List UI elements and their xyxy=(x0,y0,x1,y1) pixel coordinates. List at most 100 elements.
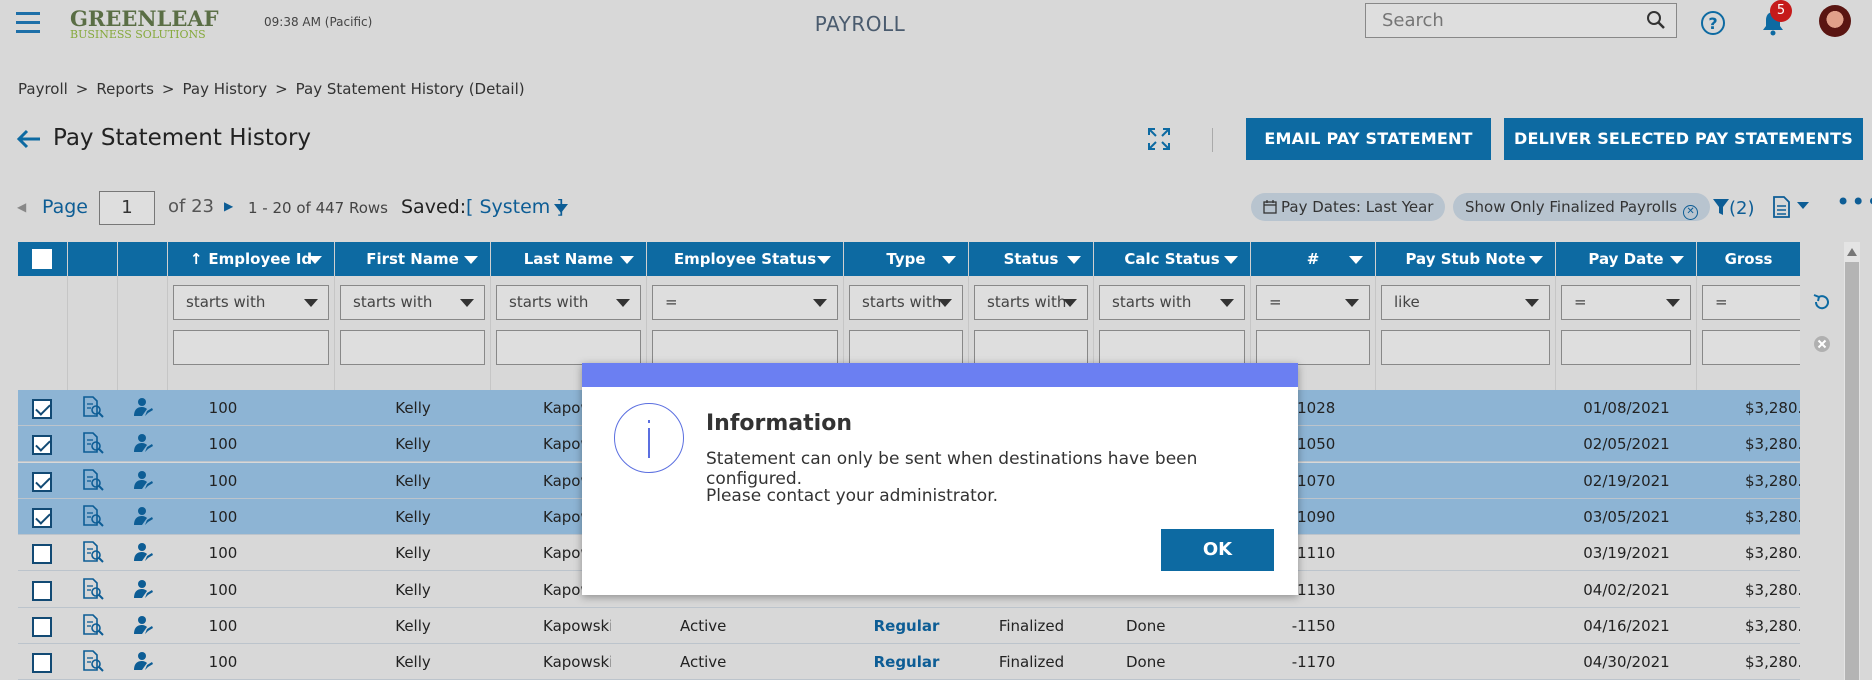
filter-operator-select[interactable]: starts with xyxy=(849,285,963,320)
saved-view-select[interactable]: [ System ] xyxy=(466,196,564,218)
row-checkbox[interactable] xyxy=(32,435,52,456)
type-cell[interactable]: Regular xyxy=(844,644,969,680)
employee-icon[interactable] xyxy=(132,614,154,636)
employee-icon[interactable] xyxy=(132,650,154,672)
employee-icon[interactable] xyxy=(132,505,154,527)
pay-stub-note-cell xyxy=(1376,390,1556,426)
filter-operator-select[interactable]: starts with xyxy=(496,285,641,320)
row-checkbox[interactable] xyxy=(32,471,52,492)
header-type[interactable]: Type xyxy=(844,242,969,276)
view-document-icon[interactable] xyxy=(82,432,104,455)
header-employee-status[interactable]: Employee Status xyxy=(647,242,844,276)
scrollbar-thumb[interactable] xyxy=(1845,262,1859,680)
employee-icon[interactable] xyxy=(132,469,154,491)
search-input[interactable] xyxy=(1366,4,1626,37)
row-checkbox[interactable] xyxy=(32,507,52,528)
filter-chip-paydates[interactable]: Pay Dates: Last Year xyxy=(1251,193,1446,221)
table-row[interactable]: 100 Kelly Kapowski Active Regular Finalized Do… xyxy=(18,607,1800,644)
type-cell[interactable]: Regular xyxy=(844,608,969,644)
breadcrumb-reports[interactable]: Reports xyxy=(96,80,154,98)
prev-page-icon[interactable]: ◀ xyxy=(17,200,26,214)
clear-filter-icon[interactable] xyxy=(1812,334,1832,354)
export-menu[interactable] xyxy=(1772,196,1809,222)
filter-chip-finalized[interactable]: Show Only Finalized Payrolls ✕ xyxy=(1453,193,1711,221)
header-employee-id[interactable]: ↑ Employee Id xyxy=(168,242,335,276)
view-document-icon[interactable] xyxy=(82,541,104,563)
expand-icon[interactable] xyxy=(1146,126,1172,156)
chip-finalized-label: Show Only Finalized Payrolls xyxy=(1465,198,1678,216)
header-pay-date[interactable]: Pay Date xyxy=(1556,242,1697,276)
view-document-icon[interactable] xyxy=(82,650,104,672)
avatar[interactable] xyxy=(1819,5,1851,37)
filter-value-input[interactable] xyxy=(1381,330,1550,365)
chevron-down-icon[interactable] xyxy=(554,200,568,218)
header-first-name[interactable]: First Name xyxy=(335,242,491,276)
filter-value-input[interactable] xyxy=(1561,330,1691,365)
filter-operator-select[interactable]: = xyxy=(1561,285,1691,320)
filter-button[interactable]: (2) xyxy=(1713,198,1755,219)
ok-button[interactable]: OK xyxy=(1161,529,1274,571)
row-checkbox[interactable] xyxy=(32,616,52,637)
filter-operator-select[interactable]: starts with xyxy=(974,285,1088,320)
view-document-icon[interactable] xyxy=(82,468,104,491)
employee-icon[interactable] xyxy=(132,541,154,563)
breadcrumb-pay-history[interactable]: Pay History xyxy=(183,80,268,98)
deliver-selected-button[interactable]: DELIVER SELECTED PAY STATEMENTS xyxy=(1504,118,1863,160)
view-document-icon[interactable] xyxy=(82,577,104,600)
breadcrumb-payroll[interactable]: Payroll xyxy=(18,80,68,98)
filter-operator-select[interactable]: = xyxy=(652,285,838,320)
employee-icon[interactable] xyxy=(132,432,154,454)
saved-label: Saved: xyxy=(401,196,467,218)
page-number-input[interactable]: 1 xyxy=(99,191,155,225)
filter-value-input[interactable] xyxy=(652,330,838,365)
view-statement-cell xyxy=(68,426,118,462)
select-all-checkbox[interactable] xyxy=(32,249,52,269)
filter-operator-select[interactable]: starts with xyxy=(1099,285,1245,320)
pay-date-cell: 03/05/2021 xyxy=(1583,507,1670,526)
view-document-icon[interactable] xyxy=(82,613,104,636)
scroll-up-icon[interactable] xyxy=(1847,248,1857,256)
header-pay-stub-note[interactable]: Pay Stub Note xyxy=(1376,242,1556,276)
refresh-icon[interactable] xyxy=(1812,292,1832,312)
filter-value-input[interactable] xyxy=(496,330,641,365)
header-number[interactable]: # xyxy=(1251,242,1376,276)
header-gross[interactable]: Gross xyxy=(1697,242,1800,276)
filter-value-input[interactable] xyxy=(1256,330,1370,365)
row-checkbox[interactable] xyxy=(32,653,52,674)
filter-operator-select[interactable]: like xyxy=(1381,285,1550,320)
employee-icon[interactable] xyxy=(132,578,154,600)
filter-value-input[interactable] xyxy=(173,330,329,365)
view-document-icon[interactable] xyxy=(82,396,104,418)
filter-operator-select[interactable]: = xyxy=(1256,285,1370,320)
more-options-icon[interactable]: ••• xyxy=(1836,190,1872,214)
filter-value-input[interactable] xyxy=(974,330,1088,365)
close-icon[interactable]: ✕ xyxy=(1683,205,1699,220)
row-checkbox[interactable] xyxy=(32,399,52,419)
search-icon[interactable] xyxy=(1646,10,1666,34)
help-icon[interactable]: ? xyxy=(1700,10,1726,40)
filter-cell-empty xyxy=(68,276,118,390)
filter-value-input[interactable] xyxy=(340,330,485,365)
select-all-header[interactable] xyxy=(18,242,68,276)
filter-operator-select[interactable]: starts with xyxy=(173,285,329,320)
filter-value-input[interactable] xyxy=(1099,330,1245,365)
row-checkbox[interactable] xyxy=(32,544,52,565)
employee-icon[interactable] xyxy=(132,396,154,418)
row-checkbox[interactable] xyxy=(32,580,52,601)
filter-operator-select[interactable]: starts with xyxy=(340,285,485,320)
employee-status-cell: Active xyxy=(680,616,727,635)
email-pay-statement-button[interactable]: EMAIL PAY STATEMENT xyxy=(1246,118,1491,160)
search-box[interactable] xyxy=(1365,3,1677,38)
back-arrow-icon[interactable] xyxy=(16,128,42,154)
header-status[interactable]: Status xyxy=(969,242,1094,276)
gross-cell: $3,280.0 xyxy=(1745,471,1800,490)
filter-value-input[interactable] xyxy=(1702,330,1810,365)
filter-value-input[interactable] xyxy=(849,330,963,365)
breadcrumb: Payroll > Reports > Pay History > Pay Statemen… xyxy=(18,80,525,98)
view-document-icon[interactable] xyxy=(82,505,104,527)
filter-operator-select[interactable]: = xyxy=(1702,285,1810,320)
next-page-icon[interactable]: ▶ xyxy=(224,199,233,213)
table-row[interactable]: 100 Kelly Kapowski Active Regular Finalized Do… xyxy=(18,644,1800,680)
header-calc-status[interactable]: Calc Status xyxy=(1094,242,1251,276)
header-last-name[interactable]: Last Name xyxy=(491,242,647,276)
